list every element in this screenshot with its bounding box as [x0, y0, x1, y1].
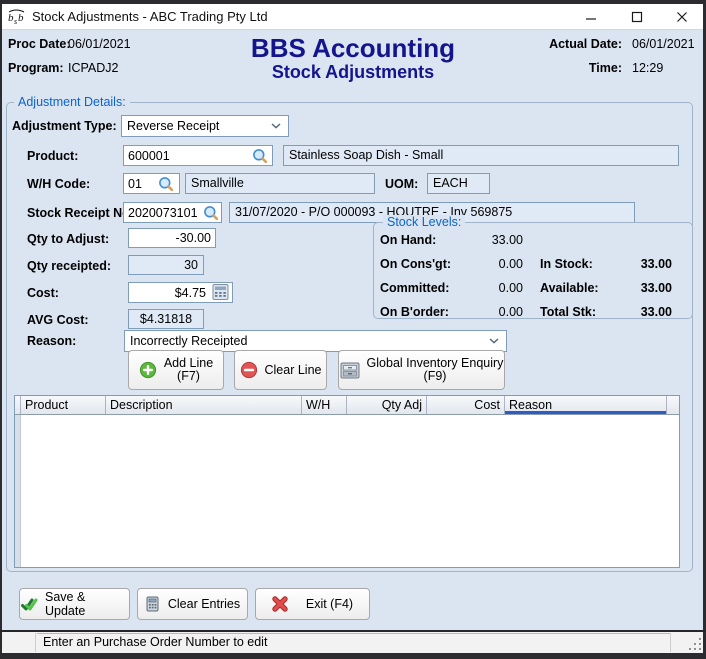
- committed-value: 0.00: [455, 281, 523, 295]
- grid-header-filler: [667, 396, 679, 414]
- clear-entries-label: Clear Entries: [168, 597, 240, 611]
- time-value: 12:29: [632, 61, 663, 75]
- actual-date-value: 06/01/2021: [632, 37, 695, 51]
- calculator-icon[interactable]: [212, 284, 229, 305]
- global-inventory-enquiry-button[interactable]: Global Inventory Enquiry (F9): [338, 350, 505, 390]
- status-bar: Enter an Purchase Order Number to edit: [2, 632, 703, 653]
- add-line-button[interactable]: Add Line (F7): [128, 350, 224, 390]
- add-line-key: (F7): [164, 370, 213, 383]
- svg-text:s: s: [14, 17, 17, 25]
- close-icon: [676, 11, 688, 23]
- chevron-down-icon: [489, 338, 499, 344]
- wh-name-field: Smallville: [185, 173, 375, 194]
- committed-label: Committed:: [380, 281, 449, 295]
- stock-receipt-lookup-icon[interactable]: [203, 205, 219, 226]
- on-hand-label: On Hand:: [380, 233, 436, 247]
- total-stk-value: 33.00: [600, 305, 672, 319]
- maximize-button[interactable]: [614, 4, 660, 30]
- save-check-icon: [20, 597, 38, 612]
- stock-levels-group-title: Stock Levels:: [383, 215, 465, 229]
- actual-date-label: Actual Date:: [500, 37, 622, 51]
- product-code-input[interactable]: [123, 145, 273, 166]
- stock-receipt-label: Stock Receipt No:: [27, 206, 134, 220]
- in-stock-value: 33.00: [600, 257, 672, 271]
- wh-lookup-icon[interactable]: [158, 176, 174, 197]
- minimize-button[interactable]: [568, 4, 614, 30]
- bsb-logo-icon: b s b: [8, 9, 26, 30]
- adjustment-type-label: Adjustment Type:: [12, 119, 117, 133]
- exit-button[interactable]: Exit (F4): [255, 588, 370, 620]
- cabinet-icon: [340, 362, 360, 379]
- qty-to-adjust-label: Qty to Adjust:: [27, 232, 109, 246]
- total-stk-label: Total Stk:: [540, 305, 596, 319]
- qty-receipted-label: Qty receipted:: [27, 259, 111, 273]
- on-border-value: 0.00: [455, 305, 523, 319]
- adjustment-lines-grid[interactable]: Product Description W/H Qty Adj Cost Rea…: [14, 395, 680, 568]
- maximize-icon: [631, 11, 643, 23]
- exit-label: Exit (F4): [306, 597, 353, 611]
- clear-line-button[interactable]: Clear Line: [234, 350, 327, 390]
- grid-header-description[interactable]: Description: [106, 396, 302, 414]
- uom-label: UOM:: [385, 177, 418, 191]
- save-update-label: Save & Update: [45, 590, 129, 618]
- reason-select[interactable]: Incorrectly Receipted: [124, 330, 507, 352]
- avg-cost-field: $4.31818: [128, 309, 204, 329]
- avg-cost-label: AVG Cost:: [27, 313, 89, 327]
- status-message: Enter an Purchase Order Number to edit: [43, 632, 267, 653]
- in-stock-label: In Stock:: [540, 257, 593, 271]
- adjustment-details-group-title: Adjustment Details:: [14, 95, 130, 109]
- application-window: b s b Stock Adjustments - ABC Trading Pt…: [0, 0, 706, 659]
- product-description-field: Stainless Soap Dish - Small: [283, 145, 679, 166]
- adjustment-type-value: Reverse Receipt: [127, 119, 219, 133]
- time-label: Time:: [500, 61, 622, 75]
- on-hand-value: 33.00: [455, 233, 523, 247]
- available-label: Available:: [540, 281, 599, 295]
- on-border-label: On B'order:: [380, 305, 449, 319]
- grid-header-row: Product Description W/H Qty Adj Cost Rea…: [15, 396, 679, 415]
- resize-grip[interactable]: [689, 638, 703, 652]
- grid-header-cost[interactable]: Cost: [427, 396, 505, 414]
- remove-icon: [240, 361, 258, 379]
- reason-value: Incorrectly Receipted: [130, 334, 247, 348]
- grid-header-reason[interactable]: Reason: [505, 396, 667, 414]
- grid-header-wh[interactable]: W/H: [302, 396, 347, 414]
- svg-text:b: b: [18, 12, 24, 24]
- status-bar-divider-right: [670, 633, 671, 652]
- cost-label: Cost:: [27, 286, 59, 300]
- grid-header-product[interactable]: Product: [21, 396, 106, 414]
- clear-entries-icon: [145, 596, 161, 612]
- on-consgt-value: 0.00: [455, 257, 523, 271]
- grid-body[interactable]: [21, 415, 679, 567]
- global-enquiry-key: (F9): [367, 370, 504, 383]
- window-title: Stock Adjustments - ABC Trading Pty Ltd: [32, 4, 268, 30]
- add-icon: [139, 361, 157, 379]
- title-bar: b s b Stock Adjustments - ABC Trading Pt…: [2, 4, 703, 30]
- product-label: Product:: [27, 149, 78, 163]
- qty-receipted-field: 30: [128, 255, 204, 275]
- adjustment-type-select[interactable]: Reverse Receipt: [121, 115, 289, 137]
- wh-code-label: W/H Code:: [27, 177, 90, 191]
- chevron-down-icon: [271, 123, 281, 129]
- reason-label: Reason:: [27, 334, 76, 348]
- minimize-icon: [585, 11, 597, 23]
- qty-to-adjust-input[interactable]: [128, 228, 216, 248]
- on-consgt-label: On Cons'gt:: [380, 257, 451, 271]
- product-lookup-icon[interactable]: [252, 148, 268, 169]
- close-button[interactable]: [659, 4, 705, 30]
- grid-header-qty-adj[interactable]: Qty Adj: [347, 396, 427, 414]
- clear-entries-button[interactable]: Clear Entries: [137, 588, 248, 620]
- uom-field: EACH: [427, 173, 490, 194]
- save-update-button[interactable]: Save & Update: [19, 588, 130, 620]
- available-value: 33.00: [600, 281, 672, 295]
- exit-x-icon: [272, 596, 288, 612]
- status-bar-divider: [35, 633, 36, 652]
- clear-line-label: Clear Line: [265, 363, 322, 377]
